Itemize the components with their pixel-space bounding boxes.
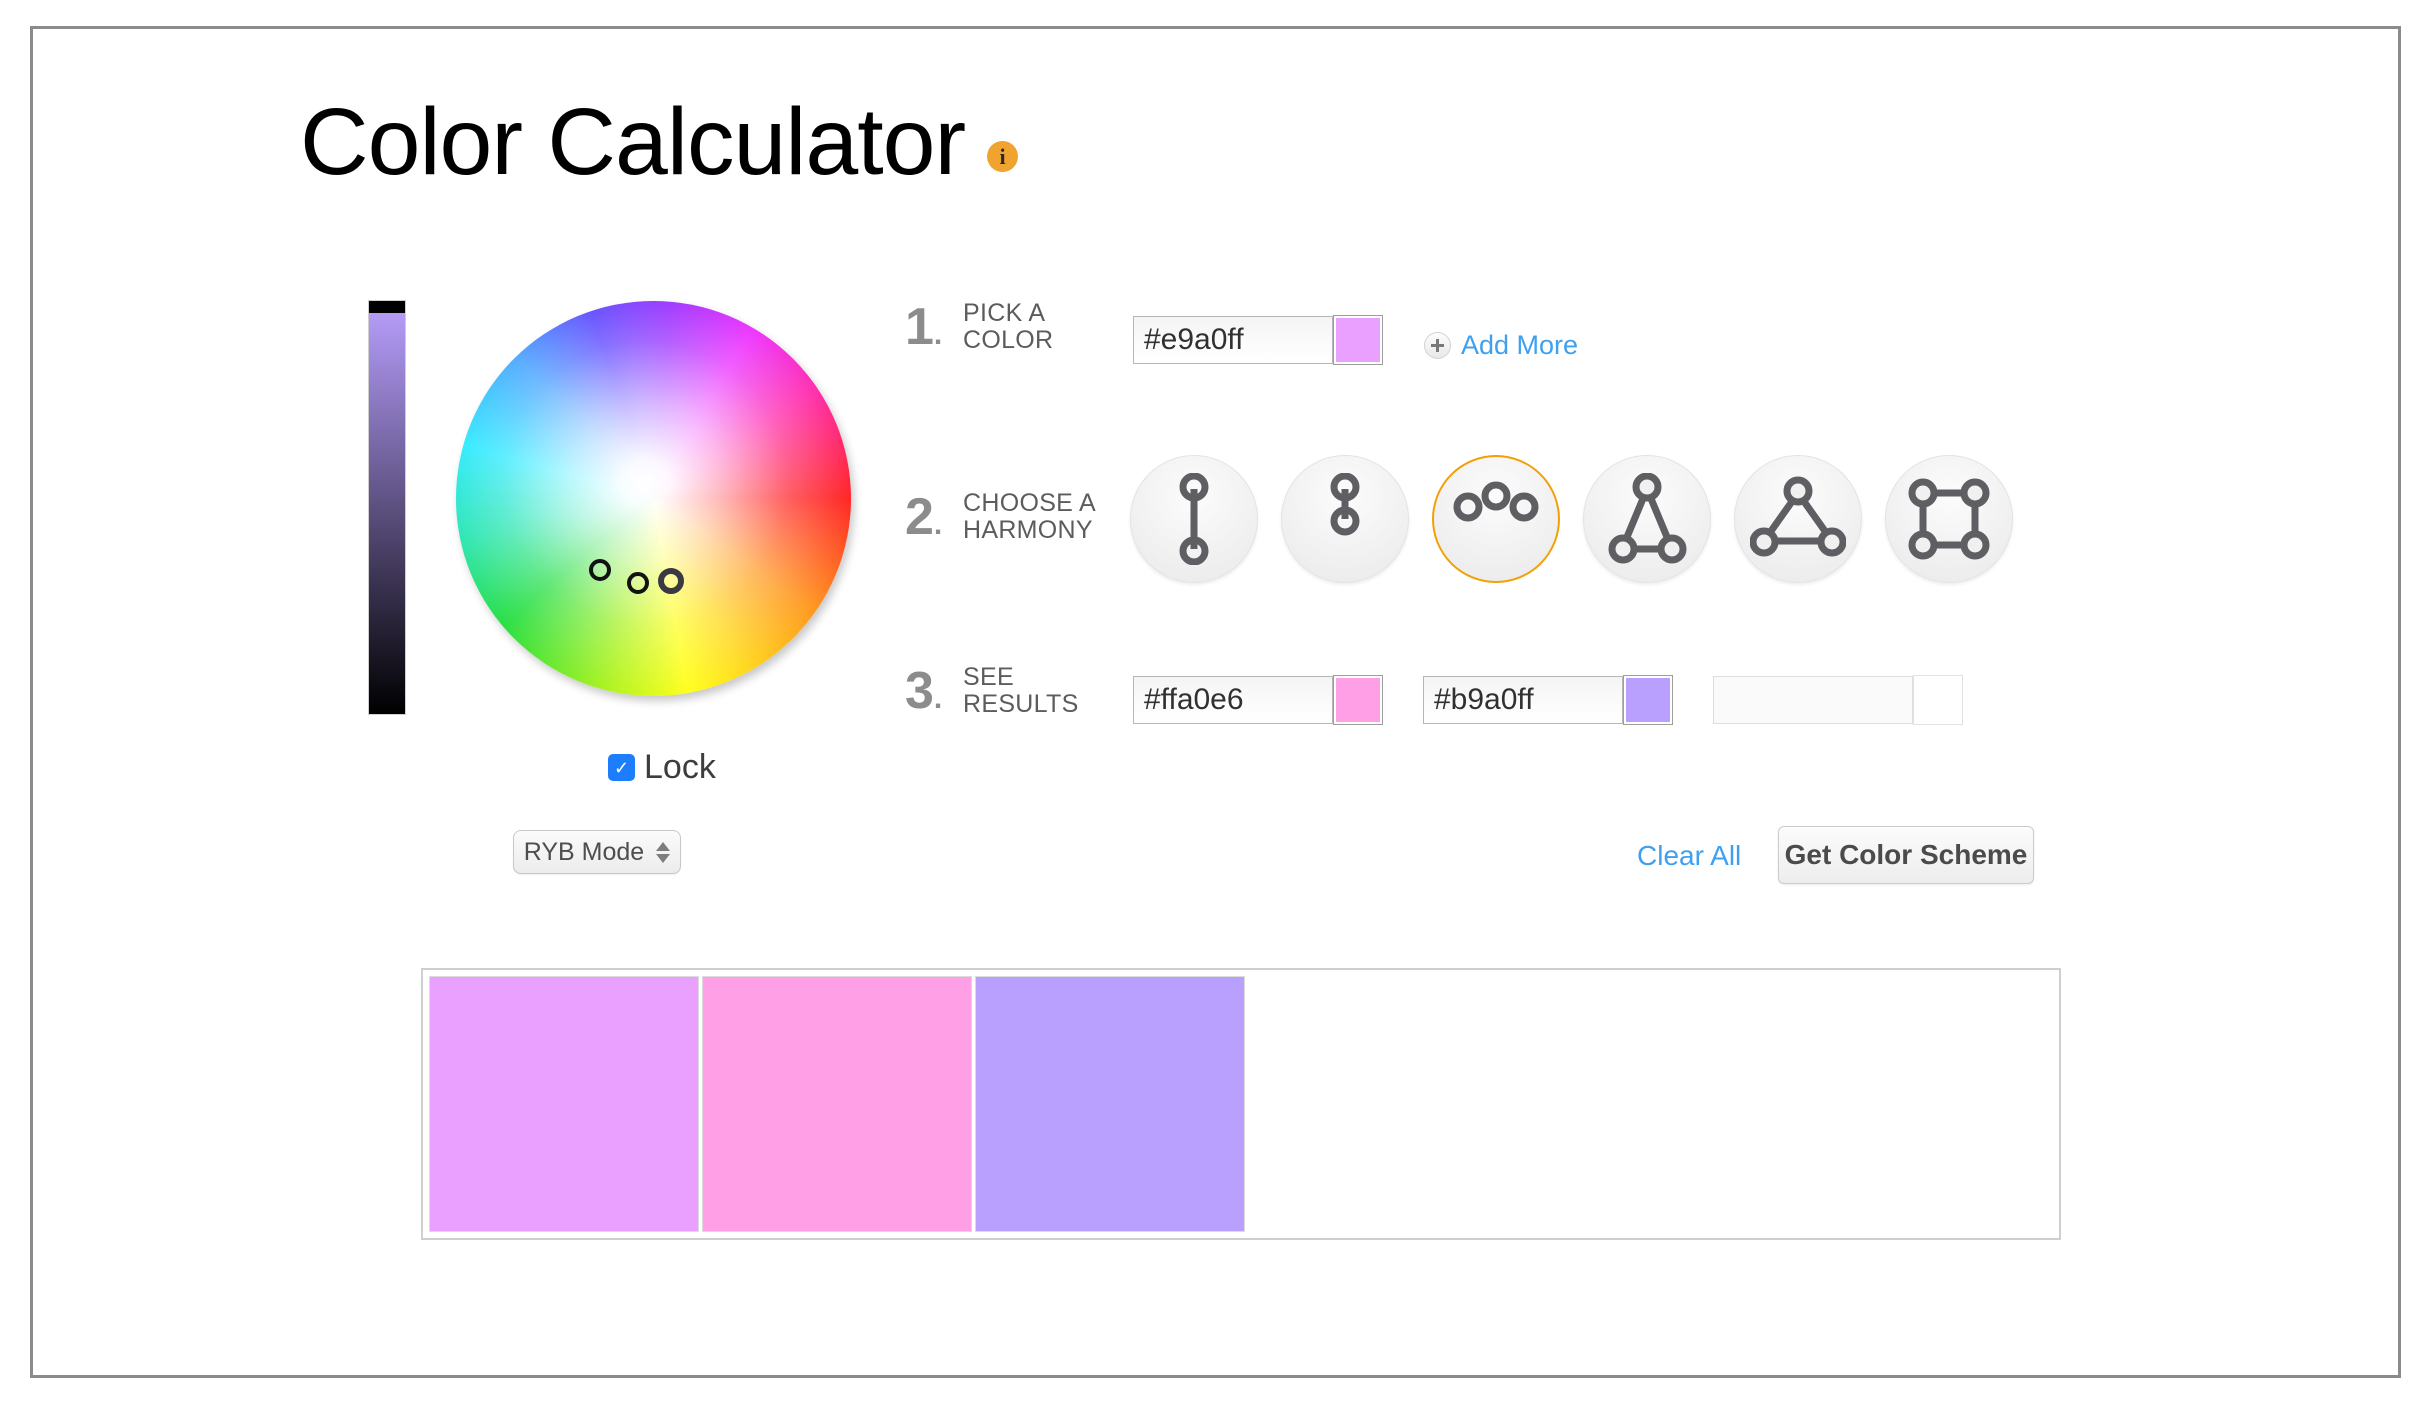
harmony-triadic[interactable]: [1734, 455, 1862, 583]
get-color-scheme-button[interactable]: Get Color Scheme: [1778, 826, 2034, 884]
harmony-triad-arc-icon: [1453, 481, 1539, 522]
color-calculator-page: Color Calculator i ✓ Lock RYB Mode 1. Pi…: [0, 0, 2430, 1408]
harmony-analogous-icon: [1330, 473, 1360, 536]
result-1-swatch[interactable]: [1333, 675, 1383, 725]
pick-color-input[interactable]: #e9a0ff: [1133, 316, 1333, 364]
page-title: Color Calculator: [300, 89, 966, 195]
harmony-tetradic-icon: [1908, 478, 1990, 560]
marker-2[interactable]: [626, 572, 649, 595]
step-1-number: 1.: [905, 298, 943, 356]
lock-label: Lock: [644, 748, 716, 786]
marker-1[interactable]: [589, 558, 612, 581]
harmony-triadic-icon: [1750, 476, 1846, 557]
step-pick-a-color: 1. Pick a Color: [905, 300, 1113, 354]
chevron-updown-icon: [656, 841, 671, 863]
brightness-handle[interactable]: [369, 301, 405, 313]
lock-checkbox[interactable]: ✓: [608, 754, 635, 781]
harmony-split-complementary[interactable]: [1583, 455, 1711, 583]
step-2-label: Choose a Harmony: [963, 489, 1096, 544]
result-bar-swatch-2[interactable]: [702, 976, 972, 1232]
clear-all-button[interactable]: Clear All: [1637, 840, 1741, 872]
step-choose-a-harmony: 2. Choose a Harmony: [905, 490, 1113, 544]
color-mode-label: RYB Mode: [523, 837, 645, 866]
color-mode-select[interactable]: RYB Mode: [513, 830, 681, 874]
result-1-input[interactable]: #ffa0e6: [1133, 676, 1333, 724]
step-3-number: 3.: [905, 662, 943, 720]
pick-color-field[interactable]: #e9a0ff: [1133, 315, 1383, 365]
step-1-label: Pick a Color: [963, 299, 1054, 354]
header: Color Calculator i: [300, 89, 1019, 195]
color-wheel-saturation-overlay: [456, 301, 851, 696]
result-3-swatch[interactable]: [1913, 675, 1963, 725]
add-more-button[interactable]: Add More: [1424, 330, 1578, 361]
results-fields: #ffa0e6 #b9a0ff: [1133, 675, 1963, 725]
result-3-field[interactable]: [1713, 675, 1963, 725]
step-see-results: 3. See Results: [905, 664, 1113, 718]
info-icon[interactable]: i: [987, 141, 1019, 172]
result-2-field[interactable]: #b9a0ff: [1423, 675, 1673, 725]
step-3-label: See Results: [963, 663, 1079, 718]
harmony-analogous[interactable]: [1281, 455, 1409, 583]
step-2-number: 2.: [905, 488, 943, 546]
brightness-track: [369, 301, 405, 714]
result-1-field[interactable]: #ffa0e6: [1133, 675, 1383, 725]
add-more-label: Add More: [1461, 330, 1579, 360]
result-bar-swatch-1[interactable]: [429, 976, 699, 1232]
harmony-complementary-icon: [1179, 473, 1209, 565]
result-3-input[interactable]: [1713, 676, 1913, 724]
harmony-complementary[interactable]: [1130, 455, 1258, 583]
result-bar-swatch-3[interactable]: [975, 976, 1245, 1232]
harmony-split-complementary-icon: [1608, 473, 1687, 564]
result-2-swatch[interactable]: [1623, 675, 1673, 725]
marker-3[interactable]: [658, 568, 685, 595]
pick-color-swatch[interactable]: [1333, 315, 1383, 365]
harmony-tetradic[interactable]: [1885, 455, 2013, 583]
result-swatch-bar: [421, 968, 2061, 1240]
lock-control[interactable]: ✓ Lock: [608, 748, 716, 787]
brightness-slider[interactable]: [368, 300, 406, 715]
plus-icon: [1424, 332, 1451, 359]
harmony-options: [1130, 455, 2013, 583]
color-wheel-disc[interactable]: [456, 301, 851, 696]
harmony-triad-arc[interactable]: [1432, 455, 1560, 583]
color-wheel[interactable]: [456, 301, 851, 696]
result-2-input[interactable]: #b9a0ff: [1423, 676, 1623, 724]
